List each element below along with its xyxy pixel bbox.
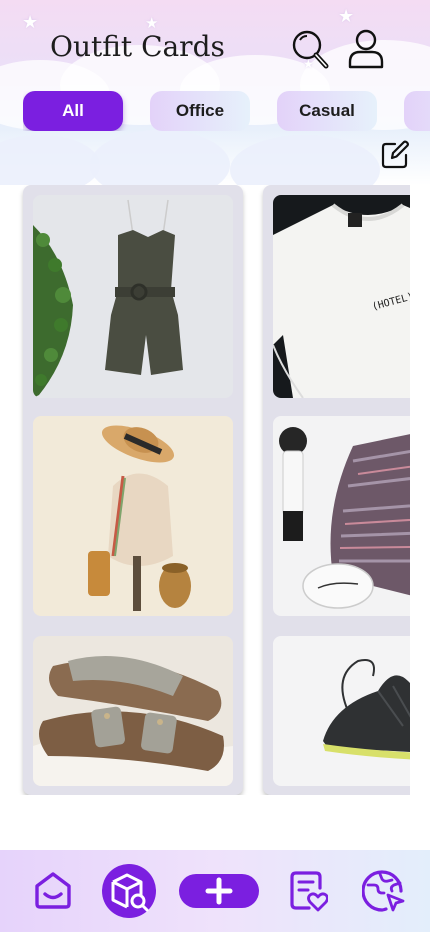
cloud — [230, 135, 380, 185]
star-icon: ★ — [338, 6, 355, 27]
outfit-card-romper[interactable] — [33, 195, 233, 398]
outfit-card-tshirt[interactable]: (HOTEL) — [273, 195, 410, 398]
tshirt-photo: (HOTEL) — [273, 195, 410, 398]
outfit-column — [23, 185, 243, 795]
star-icon: ★ — [145, 14, 159, 32]
filter-chips: All Office Casual — [23, 91, 430, 131]
notes-heart-icon[interactable] — [288, 870, 328, 912]
globe-cursor-icon[interactable] — [362, 869, 406, 913]
plus-icon[interactable] — [179, 874, 259, 908]
cloud — [0, 135, 100, 185]
outfit-card-hat-bag[interactable] — [33, 416, 233, 616]
filter-chip-all[interactable]: All — [23, 91, 123, 131]
cloud — [90, 130, 230, 185]
filter-chip-more[interactable] — [404, 91, 430, 131]
user-icon[interactable] — [346, 28, 386, 70]
search-icon[interactable] — [290, 28, 330, 70]
home-icon[interactable] — [33, 870, 73, 910]
outfit-grid: (HOTEL) — [0, 185, 410, 795]
edit-icon[interactable] — [380, 140, 410, 170]
romper-photo — [33, 195, 233, 398]
page-title: Outfit Cards — [50, 30, 225, 63]
box-search-icon[interactable] — [102, 864, 156, 918]
outfit-card-sneaker[interactable] — [273, 636, 410, 786]
sneaker-photo — [273, 636, 410, 786]
outfit-column: (HOTEL) — [263, 185, 410, 795]
hat-bag-photo — [33, 416, 233, 616]
filter-chip-casual[interactable]: Casual — [277, 91, 377, 131]
star-icon: ★ — [22, 12, 39, 33]
bottom-nav — [0, 850, 430, 932]
outfit-card-skirt[interactable] — [273, 416, 410, 616]
sandals-photo — [33, 636, 233, 786]
outfit-card-sandals[interactable] — [33, 636, 233, 786]
skirt-photo — [273, 416, 410, 616]
filter-chip-office[interactable]: Office — [150, 91, 250, 131]
